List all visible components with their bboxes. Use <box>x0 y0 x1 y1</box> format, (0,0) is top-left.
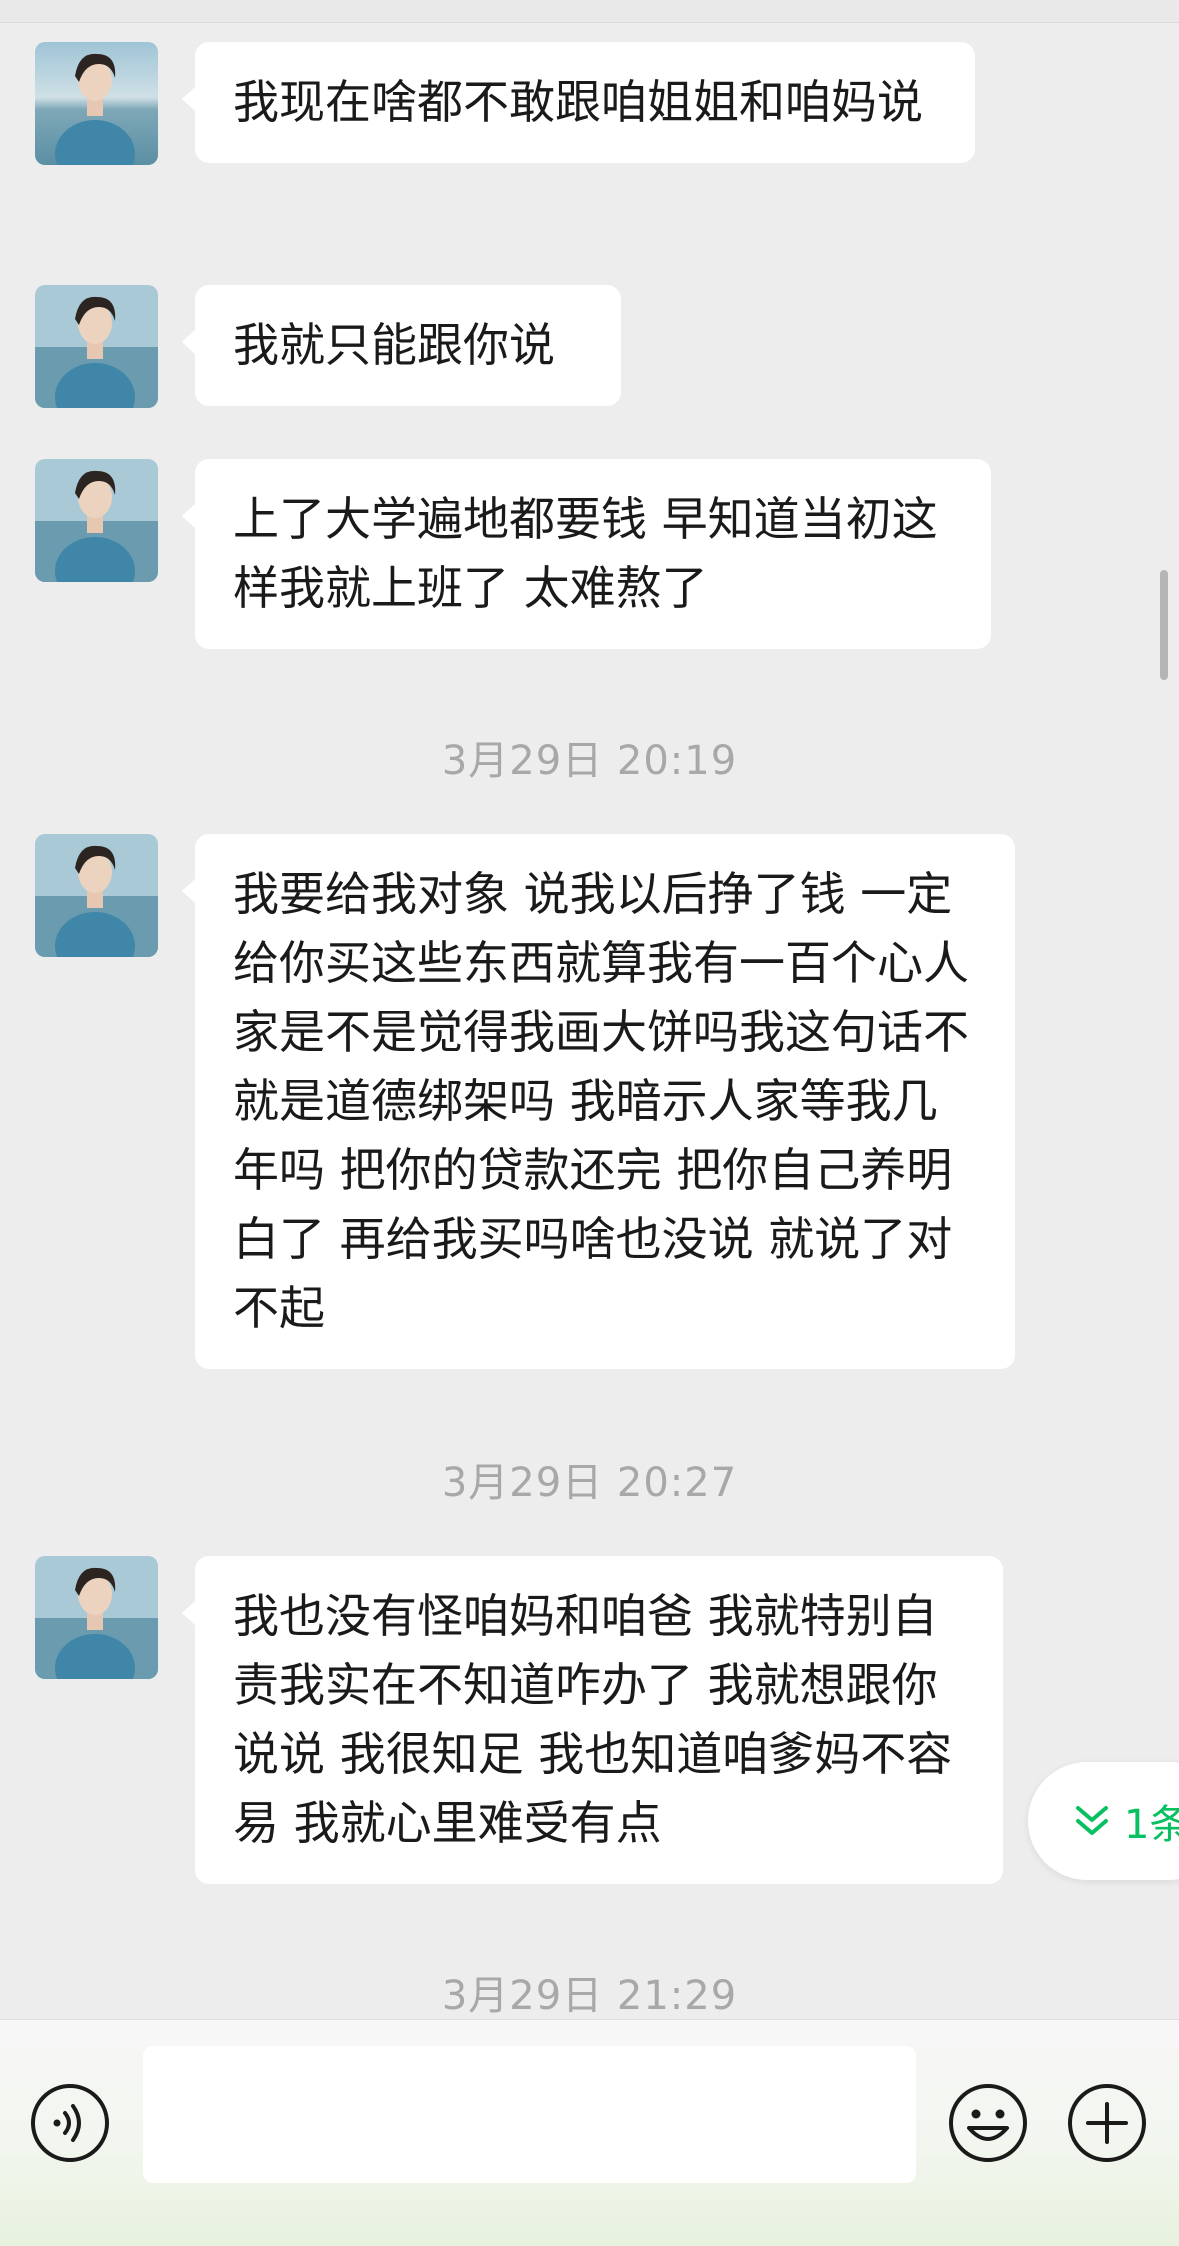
double-chevron-down-icon <box>1076 1806 1108 1835</box>
voice-button[interactable] <box>29 2082 111 2164</box>
timestamp: 3月29日 20:19 <box>441 738 738 784</box>
new-messages-label: 1条 <box>1124 1802 1179 1848</box>
message-input[interactable] <box>143 2046 916 2183</box>
message-bubble[interactable]: 我也没有怪咱妈和咱爸 我就特别自责我实在不知道咋办了 我就想跟你说说 我很知足 … <box>182 1556 1003 1884</box>
input-bar <box>0 2019 1179 2246</box>
emoji-button[interactable] <box>947 2082 1029 2164</box>
emoji-icon <box>949 2084 1027 2162</box>
plus-icon <box>1068 2084 1146 2162</box>
scrollbar[interactable] <box>1160 570 1168 680</box>
avatar[interactable] <box>35 834 158 957</box>
avatar[interactable] <box>35 1556 158 1679</box>
message-bubble[interactable]: 我现在啥都不敢跟咱姐姐和咱妈说 <box>182 42 975 163</box>
avatar[interactable] <box>35 459 158 582</box>
more-button[interactable] <box>1066 2082 1148 2164</box>
message-bubble[interactable]: 上了大学遍地都要钱 早知道当初这样我就上班了 太难熬了 <box>182 459 991 649</box>
timestamp: 3月29日 20:27 <box>441 1460 738 1506</box>
top-edge <box>0 0 1179 23</box>
new-messages-button[interactable]: 1条 <box>1028 1762 1179 1880</box>
message-bubble[interactable]: 我就只能跟你说 <box>182 285 621 406</box>
avatar[interactable] <box>35 42 158 165</box>
message-bubble[interactable]: 我要给我对象 说我以后挣了钱 一定给你买这些东西就算我有一百个心人家是不是觉得我… <box>182 834 1015 1369</box>
avatar[interactable] <box>35 285 158 408</box>
timestamp: 3月29日 21:29 <box>441 1973 738 2019</box>
voice-icon <box>31 2084 109 2162</box>
